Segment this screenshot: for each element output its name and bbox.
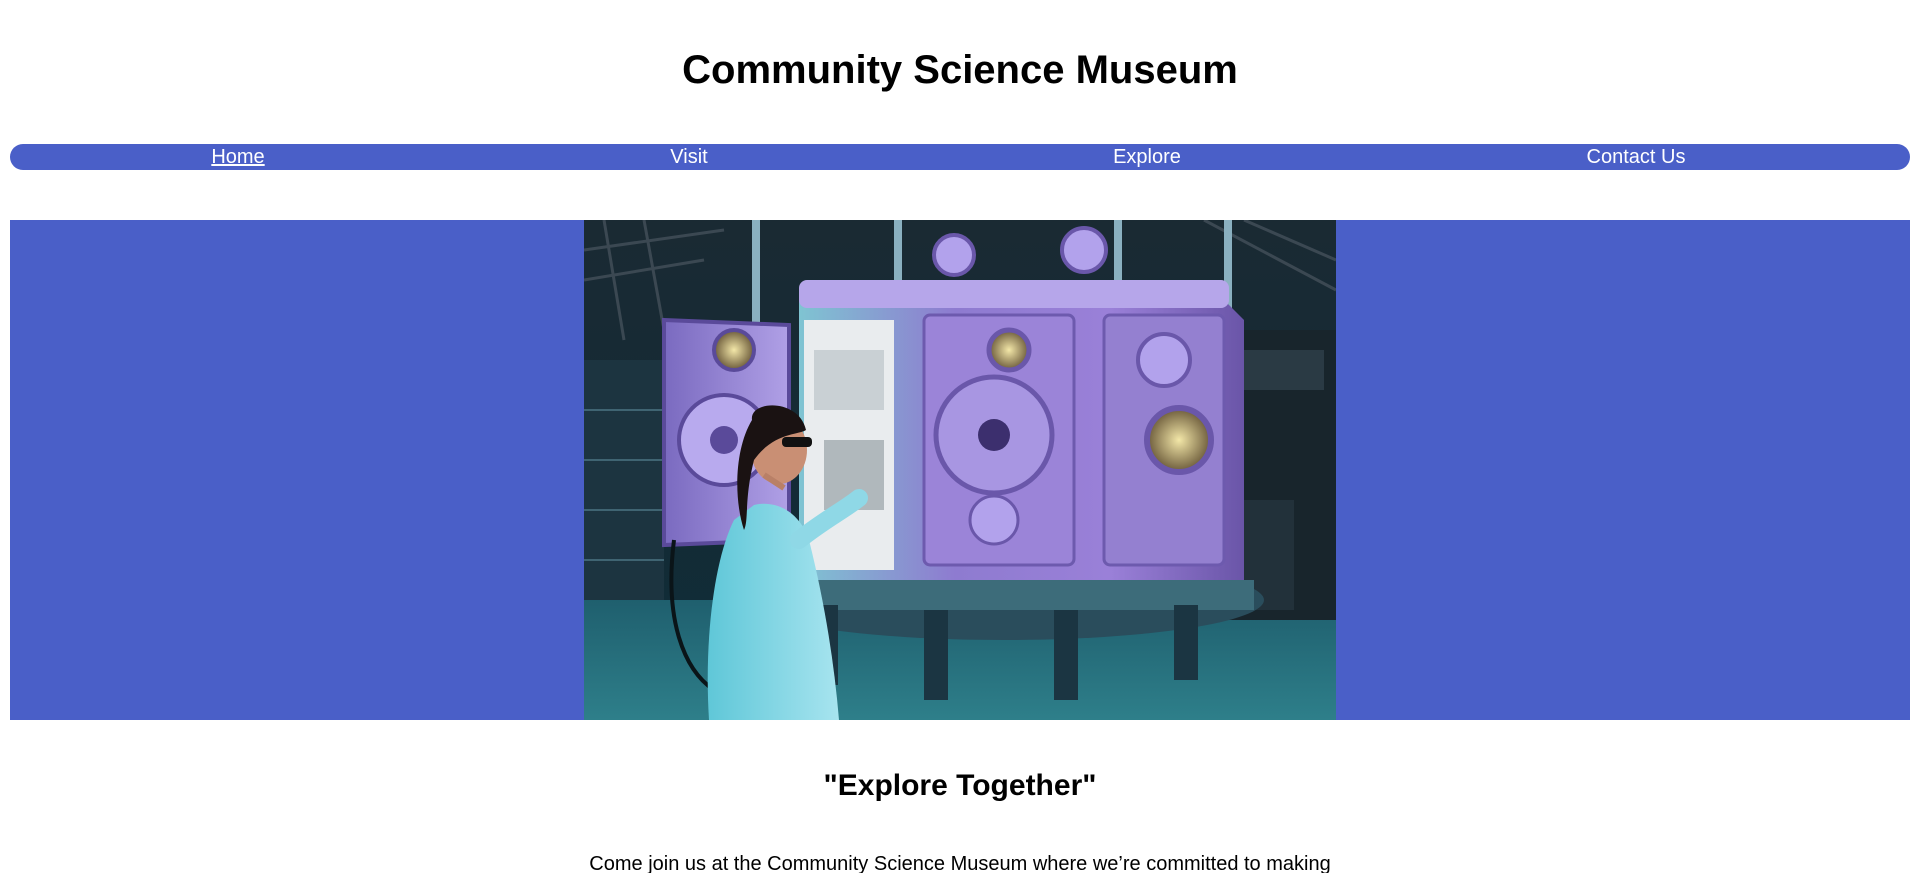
nav-link-contact-us[interactable]: Contact Us xyxy=(1587,144,1686,170)
hero-banner xyxy=(10,220,1910,720)
nav-link-explore[interactable]: Explore xyxy=(1113,144,1181,170)
nav-link-home[interactable]: Home xyxy=(211,144,264,170)
site-title: Community Science Museum xyxy=(682,48,1238,92)
main-nav: Home Visit Explore Contact Us xyxy=(10,144,1910,170)
nav-link-visit[interactable]: Visit xyxy=(670,144,707,170)
tagline-heading: "Explore Together" xyxy=(823,769,1097,802)
page: Community Science Museum Home Visit Expl… xyxy=(0,0,1920,873)
intro-paragraph: Come join us at the Community Science Mu… xyxy=(589,853,1331,873)
hero-image xyxy=(584,220,1336,720)
